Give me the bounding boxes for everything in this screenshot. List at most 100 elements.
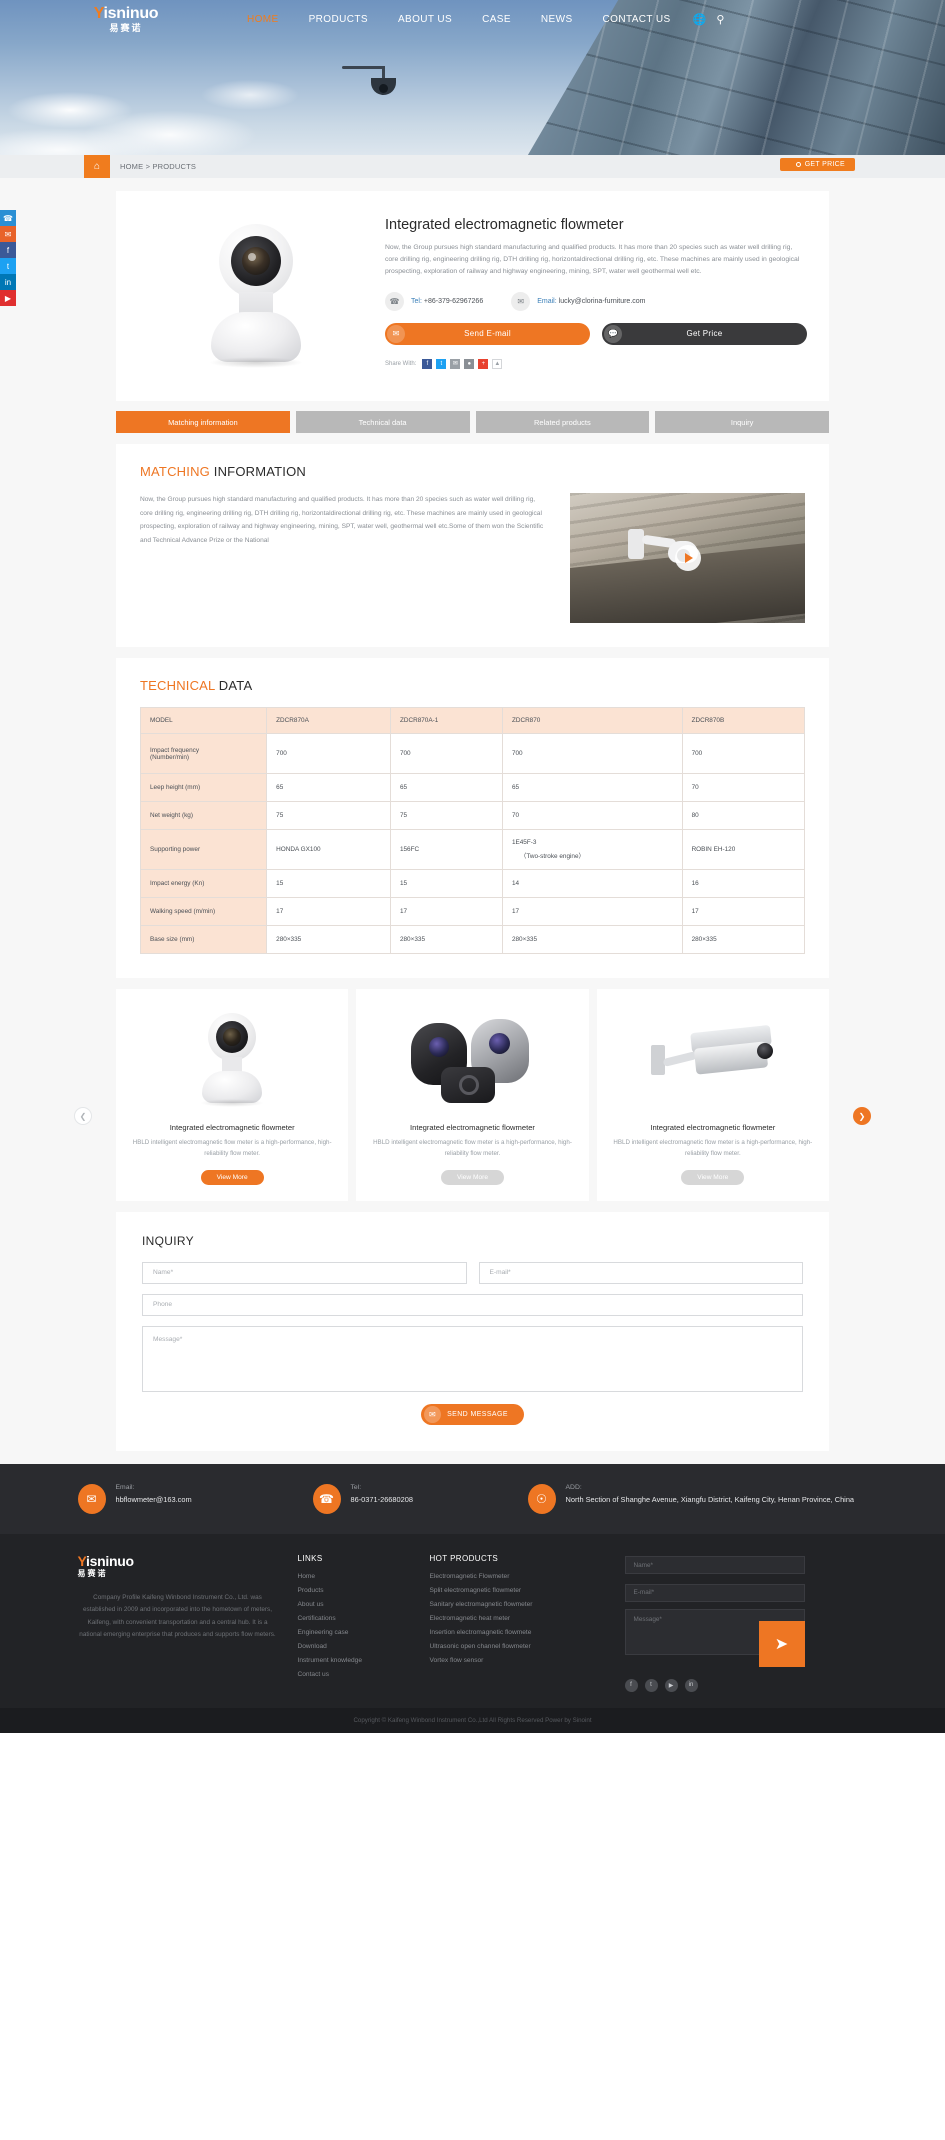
cell: 17: [681, 897, 806, 926]
cell: 280×335: [266, 925, 391, 954]
inquiry-email-input[interactable]: [478, 1261, 803, 1284]
inquiry-phone-input[interactable]: [142, 1293, 803, 1316]
envelope-icon: ✉: [387, 324, 405, 343]
email-icon[interactable]: ✉: [0, 226, 16, 242]
nav-item-home[interactable]: HOME: [247, 14, 279, 25]
product-info: Integrated electromagnetic flowmeter Now…: [373, 213, 807, 383]
cell: 65: [501, 773, 683, 802]
facebook-icon[interactable]: f: [624, 1678, 638, 1692]
technical-data-table: MODEL ZDCR870A ZDCR870A-1 ZDCR870 ZDCR87…: [139, 707, 806, 954]
addthis-icon[interactable]: +: [478, 358, 489, 369]
email-icon[interactable]: ✉: [450, 358, 461, 369]
footer-link-home[interactable]: Home: [298, 1573, 410, 1580]
send-icon[interactable]: ➤: [758, 1620, 805, 1667]
col-zdcr870a-1: ZDCR870A-1: [389, 707, 503, 734]
footer-link-engineering-case[interactable]: Engineering case: [298, 1629, 410, 1636]
technical-title-rest: DATA: [215, 678, 253, 693]
tab-matching-information[interactable]: Matching information: [116, 411, 290, 433]
footer-logo[interactable]: Yisninuo 易赛诺: [78, 1554, 278, 1578]
nav-item-contact-us[interactable]: CONTACT US: [603, 14, 671, 25]
tel-label: Tel:: [411, 297, 422, 305]
footer-hot-product-1[interactable]: Electromagnetic Flowmeter: [430, 1573, 605, 1580]
footer-link-about-us[interactable]: About us: [298, 1601, 410, 1608]
table-row: Impact frequency (Number/min) 700 700 70…: [139, 733, 806, 774]
chevron-left-icon[interactable]: ❮: [74, 1107, 92, 1125]
footer-hot-product-5[interactable]: Insertion electromagnetic flowmete: [430, 1629, 605, 1636]
product-tel[interactable]: ☎ Tel: +86-379-62967266: [385, 291, 483, 311]
logo-text: Yisninuo: [93, 4, 159, 22]
list-item[interactable]: Integrated electromagnetic flowmeter HBL…: [116, 989, 349, 1201]
phone-icon[interactable]: ☎: [0, 210, 16, 226]
twitter-icon[interactable]: t: [644, 1678, 658, 1692]
send-email-button[interactable]: ✉ Send E-mail: [385, 322, 590, 345]
footer-tel-block[interactable]: ☎ Tel: 86-0371-26680208: [312, 1483, 528, 1514]
list-item[interactable]: Integrated electromagnetic flowmeter HBL…: [356, 989, 589, 1201]
youtube-icon[interactable]: ▶: [0, 290, 16, 306]
list-item[interactable]: Integrated electromagnetic flowmeter HBL…: [596, 989, 829, 1201]
product-thumbnail: [130, 1005, 334, 1117]
cell: 17: [389, 897, 503, 926]
footer-hot-product-7[interactable]: Vortex flow sensor: [430, 1657, 605, 1664]
twitter-icon[interactable]: t: [0, 258, 16, 274]
card-title: Integrated electromagnetic flowmeter: [169, 1123, 295, 1132]
linkedin-icon[interactable]: in: [0, 274, 16, 290]
view-more-button[interactable]: View More: [681, 1169, 745, 1185]
nav-item-about-us[interactable]: ABOUT US: [398, 14, 452, 25]
twitter-icon[interactable]: t: [436, 358, 447, 369]
footer-link-certifications[interactable]: Certifications: [298, 1615, 410, 1622]
footer-hot-products-title: HOT PRODUCTS: [429, 1553, 499, 1563]
tab-technical-data[interactable]: Technical data: [295, 411, 470, 433]
nav-item-news[interactable]: NEWS: [541, 14, 573, 25]
footer-link-products[interactable]: Products: [298, 1587, 410, 1594]
share-more-icon[interactable]: ▲: [492, 358, 503, 369]
row-label-walking-speed: Walking speed (m/min): [139, 897, 268, 926]
get-price-button[interactable]: 💬 Get Price: [602, 322, 807, 345]
home-icon[interactable]: ⌂: [84, 155, 110, 178]
tab-inquiry[interactable]: Inquiry: [655, 411, 829, 433]
play-icon[interactable]: [674, 545, 701, 571]
card-title: Integrated electromagnetic flowmeter: [650, 1123, 776, 1132]
footer-hot-product-6[interactable]: Ultrasonic open channel flowmeter: [430, 1643, 605, 1650]
linkedin-icon[interactable]: in: [684, 1678, 698, 1692]
footer-name-input[interactable]: [624, 1556, 805, 1575]
view-more-button[interactable]: View More: [200, 1169, 264, 1185]
related-products-carousel: ❮ Integrated electromagnetic flowmeter H…: [74, 989, 871, 1201]
footer-email-input[interactable]: [624, 1583, 805, 1602]
chevron-right-icon[interactable]: ❯: [853, 1107, 871, 1125]
product-email[interactable]: ✉ Email: lucky@clorina-furniture.com: [511, 291, 646, 311]
site-logo[interactable]: Yisninuo 易赛诺: [80, 4, 172, 33]
nav-item-case[interactable]: CASE: [482, 14, 511, 25]
globe-icon[interactable]: 🌐: [693, 13, 707, 26]
send-email-label: Send E-mail: [464, 329, 511, 339]
footer-link-instrument-knowledge[interactable]: Instrument knowledge: [298, 1657, 410, 1664]
copyright-bar: Copyright © Kaifeng Winbond Instrument C…: [0, 1707, 945, 1733]
search-icon[interactable]: ⚲: [716, 13, 724, 26]
nav-item-products[interactable]: PRODUCTS: [309, 14, 368, 25]
footer-link-download[interactable]: Download: [298, 1643, 410, 1650]
tab-related-products[interactable]: Related products: [475, 411, 650, 433]
footer-hot-product-4[interactable]: Electromagnetic heat meter: [430, 1615, 605, 1622]
col-zdcr870a: ZDCR870A: [266, 707, 391, 734]
footer-email-block[interactable]: ✉ Email: hbflowmeter@163.com: [77, 1483, 313, 1514]
matching-video-thumbnail[interactable]: [570, 493, 805, 623]
get-price-top-button[interactable]: GET PRICE: [779, 158, 855, 171]
card-description: HBLD intelligent electromagnetic flow me…: [373, 1139, 572, 1157]
send-message-button[interactable]: ✉ SEND MESSAGE: [421, 1403, 524, 1425]
chat-icon: 💬: [604, 324, 622, 343]
inquiry-name-input[interactable]: [142, 1261, 467, 1284]
footer-tel-label: Tel:: [350, 1483, 362, 1491]
footer-hot-product-3[interactable]: Sanitary electromagnetic flowmeter: [430, 1601, 605, 1608]
pinterest-icon[interactable]: ●: [464, 358, 475, 369]
cell: 70: [681, 773, 806, 802]
cell: 17: [266, 897, 391, 926]
footer-link-contact-us[interactable]: Contact us: [298, 1671, 410, 1678]
youtube-icon[interactable]: ▶: [664, 1678, 678, 1692]
location-pin-icon: ☉: [527, 1483, 556, 1514]
footer-hot-product-2[interactable]: Split electromagnetic flowmeter: [430, 1587, 605, 1594]
product-main-image[interactable]: [138, 213, 373, 383]
facebook-icon[interactable]: f: [0, 242, 16, 258]
view-more-button[interactable]: View More: [440, 1169, 504, 1185]
facebook-icon[interactable]: f: [422, 358, 433, 369]
product-detail-panel: Integrated electromagnetic flowmeter Now…: [116, 191, 829, 401]
inquiry-message-textarea[interactable]: [142, 1325, 803, 1392]
